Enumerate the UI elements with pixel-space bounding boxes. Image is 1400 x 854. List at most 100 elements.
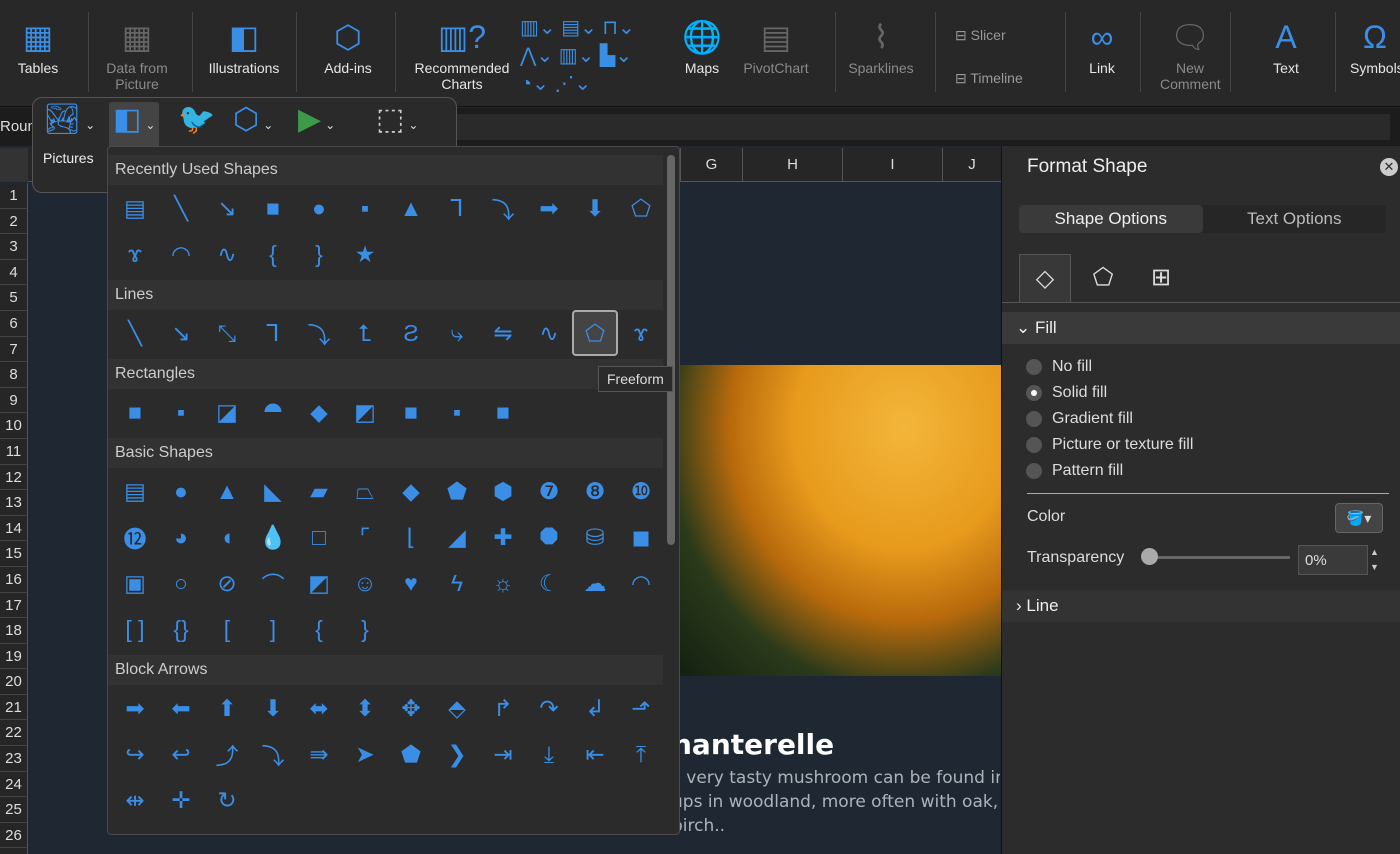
octagon-shape-icon[interactable]: ❽ [572,468,618,514]
elbow-arrow-connector-shape-icon[interactable]: ⤵ [296,310,342,356]
no-symbol-shape-icon[interactable]: ⊘ [204,560,250,606]
row-header[interactable]: 2 [0,209,27,235]
left-arrow-shape-icon[interactable]: ⬅ [158,685,204,731]
chord-shape-icon[interactable]: ◖ [204,514,250,560]
up-arrow-callout-shape-icon[interactable]: ⤒ [618,731,664,777]
oval-shape-icon[interactable]: ● [296,185,342,231]
ribbon-omega-button[interactable]: Ω Symbols [1350,14,1400,76]
teardrop-shape-icon[interactable]: 💧 [250,514,296,560]
arc-shape-icon[interactable]: ◠ [618,560,664,606]
stepper[interactable]: ▲ ▼ [1370,545,1379,575]
text-box-shape-icon[interactable]: ▤ [112,185,158,231]
row-header[interactable]: 21 [0,695,27,721]
snip-round-shape-icon[interactable]: ◩ [342,389,388,435]
freeform-shape-icon[interactable]: ⬠ [572,310,618,356]
row-header[interactable]: 11 [0,439,27,465]
notched-right-arrow-shape-icon[interactable]: ➤ [342,731,388,777]
quad-arrow-callout-shape-icon[interactable]: ✛ [158,777,204,823]
trapezoid-shape-icon[interactable]: ⏢ [342,468,388,514]
name-box[interactable]: Roun [0,118,36,135]
slicer-button[interactable]: ⊟ Slicer [955,27,1006,44]
row-header[interactable]: 8 [0,362,27,388]
heart-shape-icon[interactable]: ♥ [388,560,434,606]
line-section-header[interactable]: › Line [1002,590,1400,622]
row-header[interactable]: 10 [0,413,27,439]
double-bracket-shape-icon[interactable]: [ ] [112,606,158,652]
left-up-arrow-shape-icon[interactable]: ↲ [572,685,618,731]
transparency-input[interactable]: 0% [1298,545,1368,575]
left-right-up-arrow-shape-icon[interactable]: ⬘ [434,685,480,731]
formula-input[interactable] [455,114,1390,140]
tab-text-options[interactable]: Text Options [1203,205,1387,233]
row-header[interactable]: 3 [0,234,27,260]
column-header[interactable]: J [942,148,1001,182]
ribbon-data-from-picture-button[interactable]: ▦ Data from Picture [98,14,176,92]
moon-shape-icon[interactable]: ☾ [526,560,572,606]
mushroom-photo[interactable] [680,365,1001,676]
round-same-side-shape-icon[interactable]: ▪ [434,389,480,435]
fill-option-radio[interactable]: Pattern fill [1026,462,1123,480]
star-shape-icon[interactable]: ★ [342,231,388,277]
ribbon-text-button[interactable]: A Text [1262,14,1310,76]
ribbon-pivotchart-button[interactable]: ▤ PivotChart [738,14,814,76]
half-frame-shape-icon[interactable]: ⌜ [342,514,388,560]
scrollbar[interactable] [667,155,675,545]
oval-shape-icon[interactable]: ● [158,468,204,514]
chart-type-icons[interactable]: ▥⌄ ▤⌄ ⊓⌄ ⋀⌄ ▥⌄ ▙⌄ ◔⌄ ⋰⌄ [520,14,665,98]
up-arrow-shape-icon[interactable]: ⬆ [204,685,250,731]
pie-shape-icon[interactable]: ◕ [158,514,204,560]
parallelogram-shape-icon[interactable]: ▰ [296,468,342,514]
row-header[interactable]: 7 [0,337,27,363]
ribbon-shapes-button[interactable]: ◧ Illustrations [200,14,288,76]
ribbon-new-comment-button[interactable]: 🗨 New Comment [1160,14,1221,92]
fill-option-radio[interactable]: Solid fill [1026,384,1107,402]
left-right-arrow-callout-shape-icon[interactable]: ⇹ [112,777,158,823]
elbow-arrow-connector-shape-icon[interactable]: ⤵ [480,185,526,231]
ribbon-table-button[interactable]: ▦ Tables [10,14,66,76]
right-brace-shape-icon[interactable]: } [342,606,388,652]
round-diagonal-shape-icon[interactable]: ■ [480,389,526,435]
row-header[interactable]: 5 [0,285,27,311]
curved-double-arrow-shape-icon[interactable]: ⇋ [480,310,526,356]
tab-shape-options[interactable]: Shape Options [1019,205,1203,233]
pentagon-arrow-shape-icon[interactable]: ⬟ [388,731,434,777]
left-arrow-callout-shape-icon[interactable]: ⇤ [572,731,618,777]
striped-right-arrow-shape-icon[interactable]: ⇛ [296,731,342,777]
row-header[interactable]: 13 [0,490,27,516]
arrow-line-shape-icon[interactable]: ↘ [158,310,204,356]
text-box-shape-icon[interactable]: ▤ [112,468,158,514]
heptagon-shape-icon[interactable]: ❼ [526,468,572,514]
ribbon-recommended-charts-button[interactable]: ▥? Recommended Charts [412,14,512,92]
rectangle-shape-icon[interactable]: ■ [250,185,296,231]
row-header[interactable]: 16 [0,567,27,593]
dodecagon-shape-icon[interactable]: ⓬ [112,514,158,560]
smartart-icon[interactable]: ▶ ⌄ [298,102,335,137]
select-all[interactable] [0,148,28,182]
column-header[interactable]: I [842,148,942,182]
row-header[interactable]: 1 [0,183,27,209]
chevron-shape-icon[interactable]: ❯ [434,731,480,777]
size-properties-icon[interactable]: ⊞ [1135,254,1187,302]
row-header[interactable]: 25 [0,797,27,823]
right-bracket-shape-icon[interactable]: ] [250,606,296,652]
bent-up-arrow-shape-icon[interactable]: ⬏ [618,685,664,731]
curved-connector-shape-icon[interactable]: Ƨ [388,310,434,356]
row-header[interactable]: 22 [0,720,27,747]
rounded-rectangle-shape-icon[interactable]: ▪ [158,389,204,435]
plaque-shape-icon[interactable]: ⯃ [526,514,572,560]
row-header[interactable]: 17 [0,593,27,619]
left-brace-shape-icon[interactable]: { [250,231,296,277]
triangle-shape-icon[interactable]: ▲ [204,468,250,514]
timeline-button[interactable]: ⊟ Timeline [955,70,1023,87]
cube-shape-icon[interactable]: ◼ [618,514,664,560]
left-right-arrow-shape-icon[interactable]: ⬌ [296,685,342,731]
folded-corner-shape-icon[interactable]: ◩ [296,560,342,606]
curved-arrow-connector-shape-icon[interactable]: ⤷ [434,310,480,356]
rounded-rectangle-shape-icon[interactable]: ▪ [342,185,388,231]
snip-single-corner-shape-icon[interactable]: ◪ [204,389,250,435]
down-arrow-callout-shape-icon[interactable]: ⤓ [526,731,572,777]
fill-option-radio[interactable]: Gradient fill [1026,410,1133,428]
ribbon-link-button[interactable]: ∞ Link [1080,14,1124,76]
fill-section-header[interactable]: ⌄ Fill [1002,312,1400,344]
fill-option-radio[interactable]: Picture or texture fill [1026,436,1193,454]
